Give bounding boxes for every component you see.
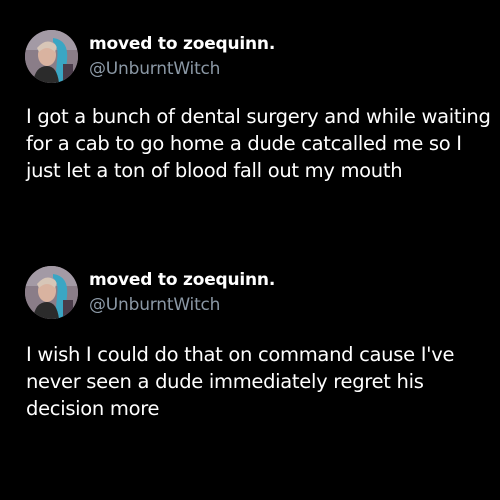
post-header: moved to zoequinn. @UnburntWitch	[0, 264, 500, 320]
post-header: moved to zoequinn. @UnburntWitch	[0, 28, 500, 84]
handle[interactable]: @UnburntWitch	[89, 59, 220, 79]
profile-photo-icon	[25, 266, 78, 319]
post-text: I got a bunch of dental surgery and whil…	[26, 105, 491, 182]
post: moved to zoequinn. @UnburntWitch I wish …	[0, 264, 500, 420]
handle[interactable]: @UnburntWitch	[89, 295, 220, 315]
display-name[interactable]: moved to zoequinn.	[89, 34, 275, 54]
avatar[interactable]	[25, 30, 78, 83]
post-text: I wish I could do that on command cause …	[26, 343, 455, 420]
avatar[interactable]	[25, 266, 78, 319]
display-name[interactable]: moved to zoequinn.	[89, 270, 275, 290]
post: moved to zoequinn. @UnburntWitch I got a…	[0, 28, 500, 182]
profile-photo-icon	[25, 30, 78, 83]
